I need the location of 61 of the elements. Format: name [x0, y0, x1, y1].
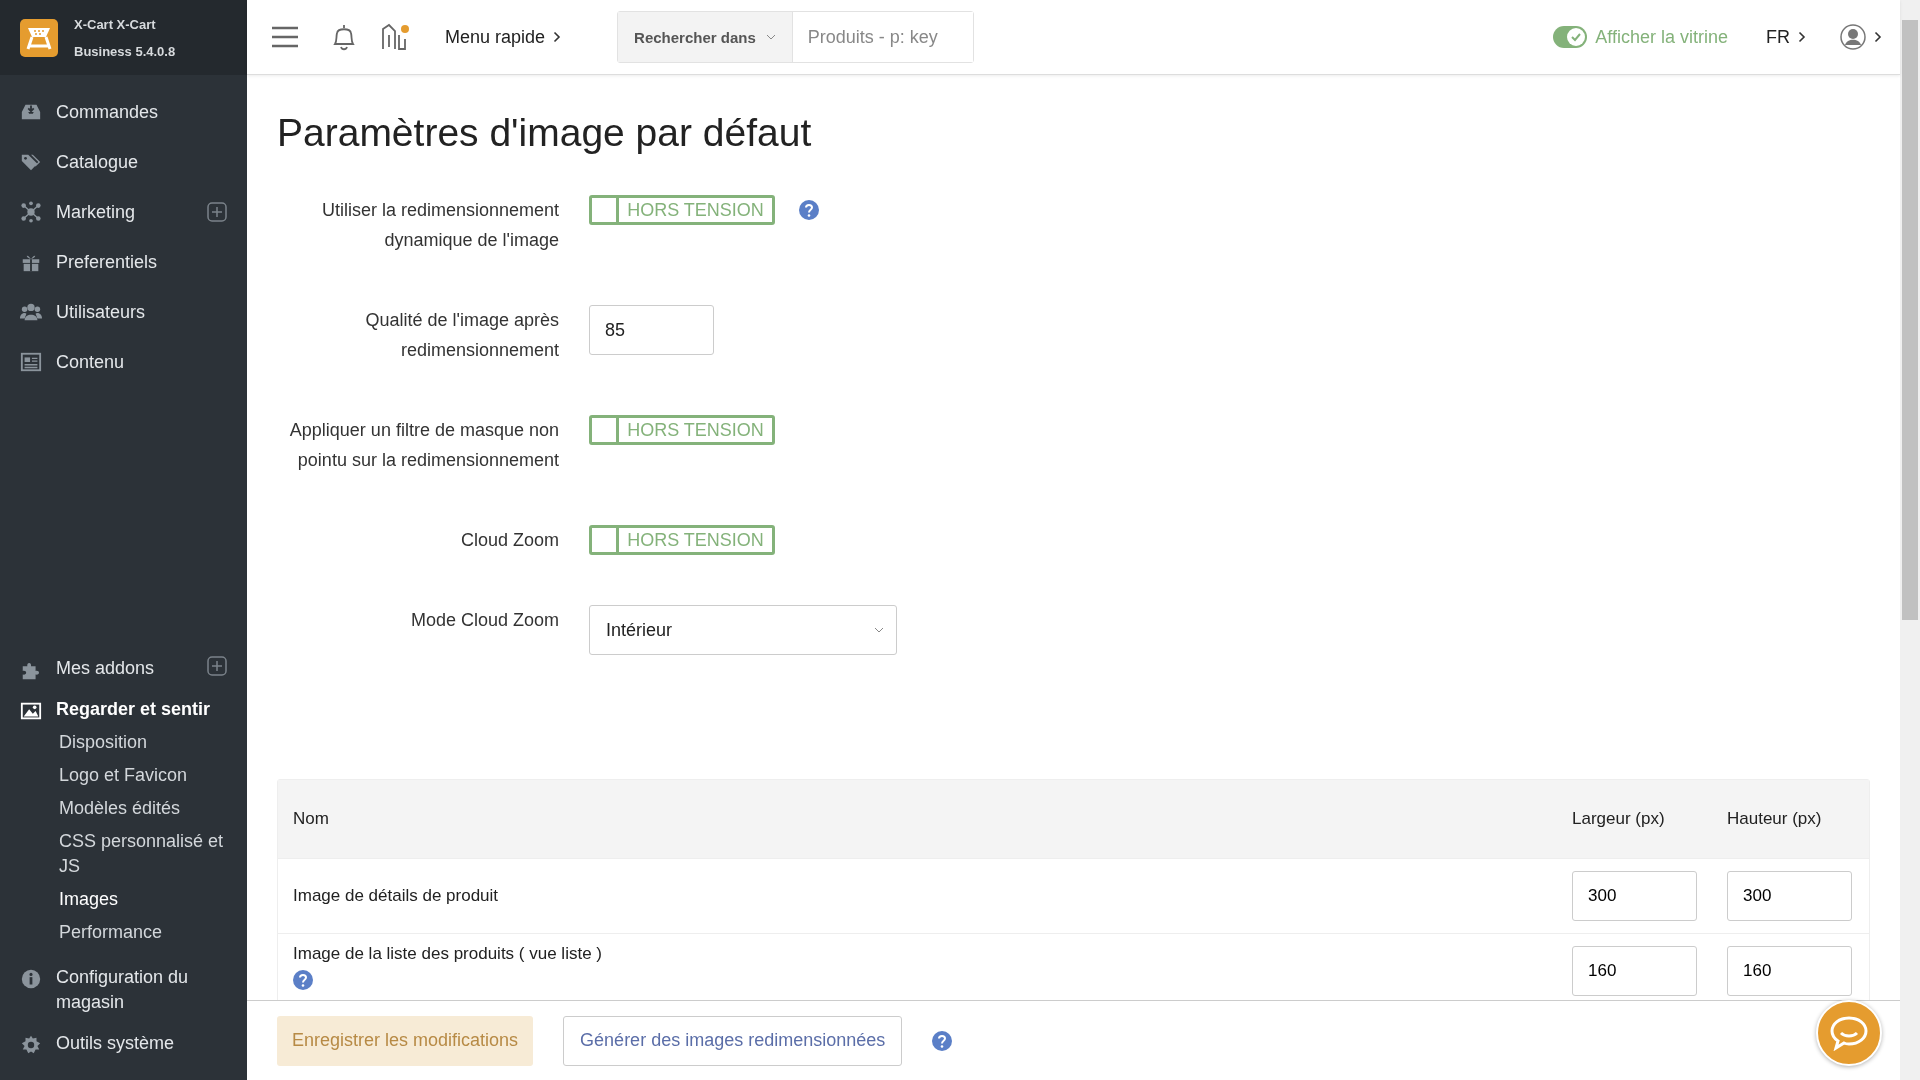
submenu-item[interactable]: Images	[59, 887, 227, 912]
gear-icon	[20, 1034, 42, 1056]
sidebar-item[interactable]: Contenu	[0, 337, 247, 387]
column-header: Nom	[292, 809, 330, 829]
chevron-icon	[553, 31, 562, 43]
submenu-item[interactable]: Disposition	[59, 730, 227, 755]
chevron-icon	[1798, 31, 1806, 43]
width-field[interactable]: 160	[1572, 946, 1697, 996]
field-label: Cloud Zoom	[459, 529, 559, 552]
user-menu-chevron-icon	[1874, 31, 1882, 43]
cart-logo-icon[interactable]	[20, 18, 58, 57]
submenu-item[interactable]: Logo et Favicon	[59, 763, 227, 788]
field-label: Qualité de l'image après redimensionnement	[364, 309, 559, 362]
submenu-item[interactable]: Modèles édités	[59, 796, 227, 821]
sidebar-item[interactable]: Outils système	[0, 1023, 247, 1064]
language-selector[interactable]: FR	[1766, 26, 1806, 48]
column-header: Hauteur (px)	[1726, 809, 1823, 829]
submenu-item[interactable]: Performance	[59, 920, 227, 945]
chart-icon[interactable]	[381, 23, 411, 51]
sidebar-item[interactable]: Catalogue	[0, 137, 247, 187]
chat-icon	[1829, 1015, 1869, 1051]
table-cell-text: Image de la liste des produits ( vue liste )	[293, 944, 603, 964]
sidebar-item[interactable]: Marketing	[0, 187, 247, 237]
brand-title: X-Cart X-Cart	[74, 16, 157, 32]
sidebar-item[interactable]: Preferentiels	[0, 237, 247, 287]
sidebar-item[interactable]: Commandes	[0, 87, 247, 137]
height-field[interactable]: 160	[1727, 946, 1852, 996]
user-avatar-icon[interactable]	[1840, 24, 1866, 50]
bell-icon[interactable]	[331, 23, 357, 51]
sidebar-item[interactable]: Configuration du magasin	[0, 957, 247, 1023]
menu-icon[interactable]	[271, 26, 299, 48]
help-icon[interactable]	[799, 200, 819, 220]
generate-images-button[interactable]: Générer des images redimensionnées	[563, 1015, 903, 1066]
add-icon[interactable]	[207, 202, 227, 222]
caret-icon	[874, 627, 884, 633]
scrollbar[interactable]	[1900, 0, 1920, 1080]
field-label: Appliquer un filtre de masque non pointu sur la redimensionnement	[288, 419, 559, 472]
field-label: Mode Cloud Zoom	[409, 609, 559, 632]
submenu-item[interactable]: CSS personnalisé et JS	[59, 829, 227, 879]
field-label: Utiliser la redimensionnement dynamique de l'image	[320, 199, 559, 252]
storefront-switch[interactable]	[1553, 26, 1588, 48]
info-icon	[20, 968, 42, 990]
brand-version: Business 5.4.0.8	[74, 43, 176, 59]
newspaper-icon	[20, 351, 42, 373]
network-icon	[20, 201, 42, 223]
column-header: Largeur (px)	[1571, 809, 1666, 829]
width-field[interactable]: 300	[1572, 871, 1697, 921]
table-cell: Image de détails de produit	[293, 886, 499, 905]
mode-dropdown[interactable]: Intérieur	[589, 605, 897, 655]
sidebar-item[interactable]: Utilisateurs	[0, 287, 247, 337]
image-icon	[20, 700, 42, 722]
quality-field[interactable]: 85	[589, 305, 714, 355]
help-icon[interactable]	[932, 1030, 953, 1051]
page-title: Paramètres d'image par défaut	[277, 111, 813, 155]
add-icon[interactable]	[207, 656, 227, 676]
height-field[interactable]: 300	[1727, 871, 1852, 921]
sidebar-item[interactable]: Regarder et sentir	[0, 689, 247, 730]
sidebar-item[interactable]: Mes addons	[0, 648, 247, 689]
help-icon[interactable]	[293, 970, 313, 990]
users-icon	[20, 301, 42, 323]
quick-menu-link[interactable]: Menu rapide	[445, 26, 562, 48]
